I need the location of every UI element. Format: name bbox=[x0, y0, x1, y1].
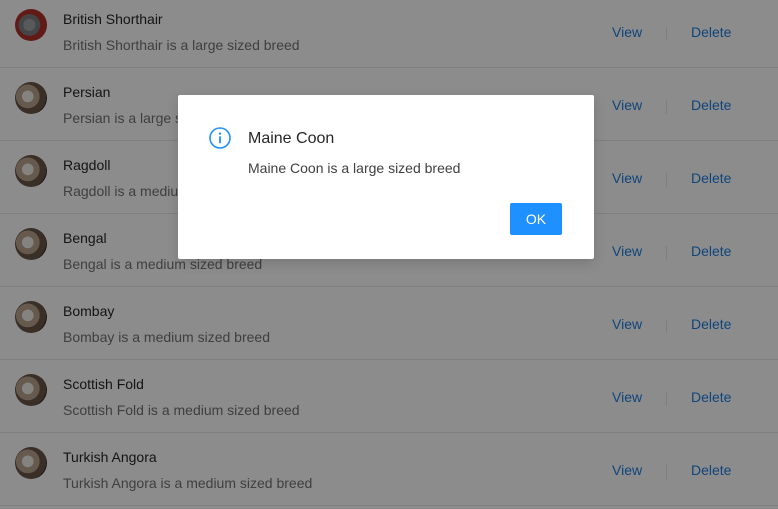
info-icon bbox=[209, 127, 231, 149]
ok-button[interactable]: OK bbox=[510, 203, 562, 235]
info-modal: Maine Coon Maine Coon is a large sized b… bbox=[178, 95, 594, 259]
modal-title: Maine Coon bbox=[248, 130, 335, 147]
modal-content: Maine Coon is a large sized breed bbox=[248, 160, 461, 176]
